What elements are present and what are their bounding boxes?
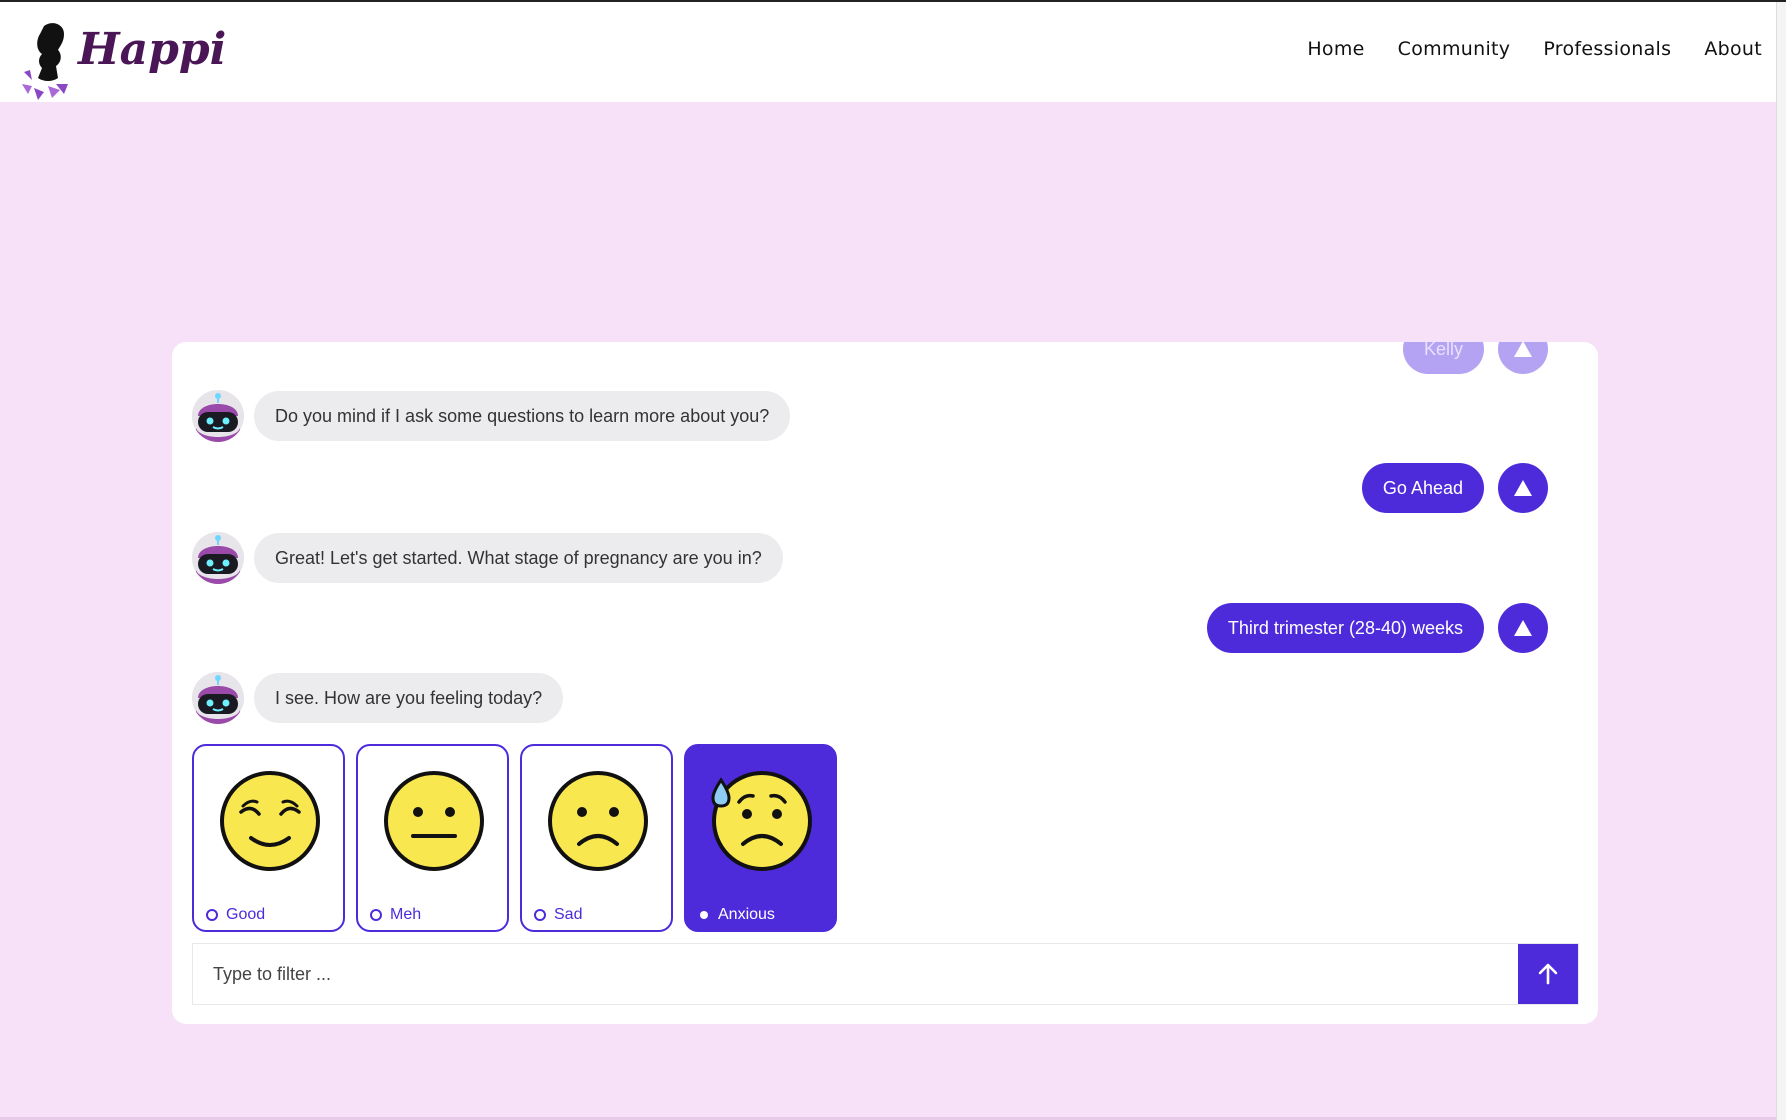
radio-button[interactable] — [534, 909, 546, 921]
mood-label: Meh — [390, 906, 422, 923]
robot-avatar-icon — [192, 532, 244, 584]
bot-message-bubble: Great! Let's get started. What stage of … — [254, 533, 783, 583]
anxious-sweat-face-icon — [711, 771, 812, 871]
send-button[interactable] — [1518, 944, 1578, 1004]
relieved-face-icon — [220, 771, 320, 871]
radio-button[interactable] — [370, 909, 382, 921]
mood-option-anxious[interactable]: Anxious — [684, 744, 837, 932]
mood-label: Good — [226, 906, 266, 923]
chat-input-bar — [192, 943, 1579, 1005]
chat-message-user: Go Ahead — [1361, 463, 1548, 513]
frowning-face-icon — [548, 771, 648, 871]
bot-message-bubble: Do you mind if I ask some questions to l… — [254, 391, 791, 441]
mood-label: Anxious — [718, 906, 775, 923]
mood-option-good[interactable]: Good — [192, 744, 345, 932]
chat-message-bot: I see. How are you feeling today? — [192, 672, 564, 724]
main-nav: Home Community Professionals About — [1307, 38, 1762, 60]
chat-message-bot: Do you mind if I ask some questions to l… — [192, 390, 791, 442]
nav-about[interactable]: About — [1704, 38, 1762, 60]
mood-option-meh[interactable]: Meh — [356, 744, 509, 932]
user-avatar — [1498, 603, 1548, 653]
user-message-bubble: Go Ahead — [1361, 463, 1484, 513]
chat-message-bot: Great! Let's get started. What stage of … — [192, 532, 783, 584]
user-message-bubble: Kelly — [1402, 342, 1484, 374]
nav-community[interactable]: Community — [1398, 38, 1511, 60]
mood-label: Sad — [554, 906, 583, 923]
silhouette-logo-icon — [22, 23, 68, 100]
triangle-up-icon — [1514, 480, 1532, 496]
brand-logo[interactable]: Happi — [18, 20, 226, 102]
chat-panel: Kelly Do you mind if I ask some question… — [172, 342, 1598, 1024]
robot-avatar-icon — [192, 390, 244, 442]
radio-button[interactable] — [206, 909, 218, 921]
nav-home[interactable]: Home — [1307, 38, 1364, 60]
user-message-bubble: Third trimester (28-40) weeks — [1206, 603, 1484, 653]
radio-button-selected[interactable] — [700, 911, 708, 919]
page-scrollbar[interactable] — [1776, 2, 1786, 1120]
neutral-face-icon — [384, 771, 484, 871]
triangle-up-icon — [1514, 620, 1532, 636]
top-navbar: Happi Home Community Professionals About — [0, 2, 1776, 102]
chat-message-user: Third trimester (28-40) weeks — [1206, 603, 1548, 653]
user-avatar — [1498, 463, 1548, 513]
filter-input[interactable] — [193, 944, 1518, 1004]
nav-professionals[interactable]: Professionals — [1543, 38, 1671, 60]
brand-name: Happi — [78, 23, 227, 75]
triangle-up-icon — [1514, 342, 1532, 357]
mood-option-sad[interactable]: Sad — [520, 744, 673, 932]
chat-message-user-partial: Kelly — [1402, 342, 1548, 374]
mood-options: Good Meh Sad Anxious — [192, 744, 837, 932]
arrow-up-icon — [1538, 963, 1558, 985]
user-avatar — [1498, 342, 1548, 374]
bot-message-bubble: I see. How are you feeling today? — [254, 673, 564, 723]
robot-avatar-icon — [192, 672, 244, 724]
